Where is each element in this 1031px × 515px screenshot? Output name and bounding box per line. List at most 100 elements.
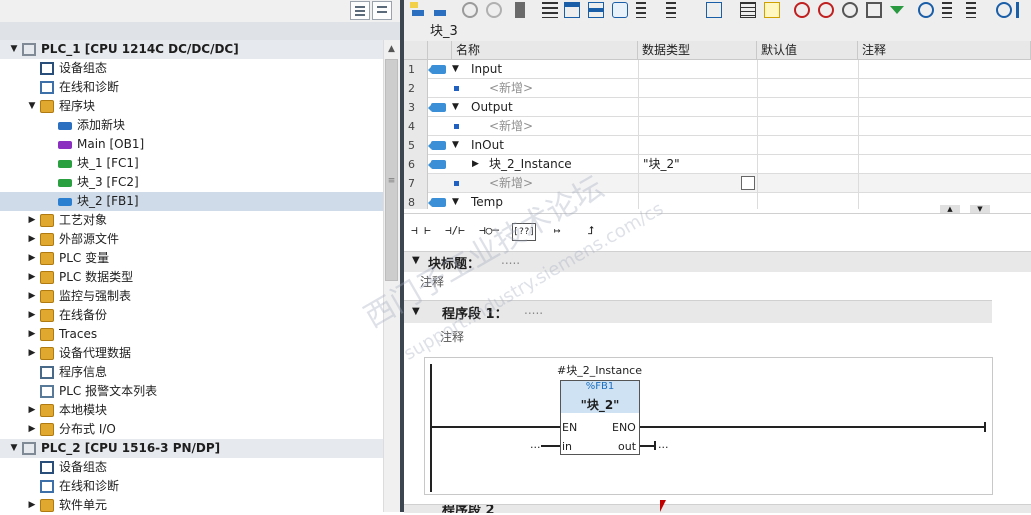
- block-header-placeholder[interactable]: .....: [501, 253, 520, 267]
- remove-breakpoint-icon[interactable]: [818, 2, 834, 18]
- interface-name[interactable]: Input: [471, 60, 502, 79]
- expand-arrow-icon[interactable]: ▶: [26, 268, 38, 287]
- download-icon[interactable]: [890, 6, 904, 14]
- collapse-arrow-icon[interactable]: ▼: [8, 439, 20, 458]
- column-header-type[interactable]: 数据类型: [638, 41, 757, 60]
- tree-item[interactable]: ▶ PLC 数据类型: [0, 268, 383, 287]
- detail-view-button[interactable]: [372, 1, 392, 20]
- interface-row[interactable]: 3 ▼ Output: [404, 98, 1031, 117]
- tree-item[interactable]: PLC 报警文本列表: [0, 382, 383, 401]
- expand-arrow-icon[interactable]: ▶: [26, 344, 38, 363]
- expand-arrow-icon[interactable]: ▶: [26, 325, 38, 344]
- collapse-arrow-icon[interactable]: ▼: [452, 60, 459, 79]
- close-branch-button[interactable]: ⮥: [578, 221, 604, 241]
- in-operand[interactable]: ...: [530, 438, 541, 451]
- tree-item[interactable]: ▶ 设备代理数据: [0, 344, 383, 363]
- tree-item[interactable]: ▼ 程序块: [0, 97, 383, 116]
- interface-name[interactable]: <新增>: [489, 117, 533, 136]
- collapse-arrow-icon[interactable]: ▼: [26, 97, 38, 116]
- expand-arrow-icon[interactable]: ▶: [26, 211, 38, 230]
- window-icon[interactable]: [564, 2, 580, 18]
- tree-item[interactable]: ▶ 本地模块: [0, 401, 383, 420]
- out-operand[interactable]: ...: [658, 438, 669, 451]
- step-list-icon[interactable]: [942, 2, 952, 18]
- tree-item[interactable]: ▶ 软件单元: [0, 496, 383, 515]
- no-contact-button[interactable]: ⊣ ⊢: [408, 221, 434, 241]
- tree-item[interactable]: ▶ 在线备份: [0, 306, 383, 325]
- breakpoint-icon[interactable]: [794, 2, 810, 18]
- tree-item[interactable]: 设备组态: [0, 458, 383, 477]
- interface-row[interactable]: 5 ▼ InOut: [404, 136, 1031, 155]
- interface-row[interactable]: 1 ▼ Input: [404, 60, 1031, 79]
- scroll-up-icon[interactable]: ▲: [386, 44, 397, 55]
- settings-gray-icon[interactable]: [486, 2, 502, 18]
- interface-row[interactable]: 7 <新增>: [404, 174, 1031, 193]
- collapse-arrow-icon[interactable]: ▼: [8, 40, 20, 59]
- block-header[interactable]: ▼ 块标题： .....: [404, 251, 1031, 272]
- list-view-button[interactable]: [350, 1, 370, 20]
- sort-down-alt-icon[interactable]: [666, 2, 676, 18]
- interface-row[interactable]: 6 ▶ 块_2_Instance "块_2": [404, 155, 1031, 174]
- tree-item[interactable]: ▶ Traces: [0, 325, 383, 344]
- tree-item[interactable]: ▼ PLC_1 [CPU 1214C DC/DC/DC]: [0, 40, 383, 59]
- nc-contact-button[interactable]: ⊣/⊢: [442, 221, 468, 241]
- favorites-icon[interactable]: [764, 2, 780, 18]
- tree-item[interactable]: 块_2 [FB1]: [0, 192, 383, 211]
- sort-down-icon[interactable]: [636, 2, 646, 18]
- tree-item[interactable]: ▶ 分布式 I/O: [0, 420, 383, 439]
- coil-button[interactable]: ⊣○─: [476, 221, 502, 241]
- tree-item[interactable]: Main [OB1]: [0, 135, 383, 154]
- collapse-arrow-icon[interactable]: ▼: [452, 193, 459, 209]
- block-comment[interactable]: 注释: [420, 273, 444, 290]
- expand-arrow-icon[interactable]: ▶: [26, 420, 38, 439]
- list-icon[interactable]: [740, 2, 756, 18]
- column-header-name[interactable]: 名称: [452, 41, 638, 60]
- empty-box-button[interactable]: [??]: [512, 223, 536, 241]
- monitor-icon[interactable]: [842, 2, 858, 18]
- collapse-arrow-icon[interactable]: ▼: [452, 136, 459, 155]
- step-icon[interactable]: [918, 2, 934, 18]
- network-comment[interactable]: 注释: [440, 328, 464, 345]
- table-scroll-down-icon[interactable]: ▼: [970, 205, 990, 213]
- collapse-arrow-icon[interactable]: ▼: [412, 255, 420, 266]
- tree-item[interactable]: ▶ PLC 变量: [0, 249, 383, 268]
- collapse-arrow-icon[interactable]: ▼: [412, 306, 420, 317]
- open-branch-button[interactable]: ↦: [544, 221, 570, 241]
- tree-item[interactable]: ▼ PLC_2 [CPU 1516-3 PN/DP]: [0, 439, 383, 458]
- expand-arrow-icon[interactable]: ▶: [472, 155, 479, 174]
- expand-arrow-icon[interactable]: ▶: [26, 287, 38, 306]
- insert-network-icon[interactable]: [410, 2, 426, 18]
- lines-icon[interactable]: [542, 2, 558, 18]
- table-icon[interactable]: [706, 2, 722, 18]
- interface-row[interactable]: 8 ▼ Temp: [404, 193, 1031, 209]
- compare-icon[interactable]: [866, 2, 882, 18]
- network-title-placeholder[interactable]: .....: [524, 303, 543, 317]
- expand-arrow-icon[interactable]: ▶: [26, 230, 38, 249]
- column-header-comment[interactable]: 注释: [858, 41, 1031, 60]
- go-forward-icon[interactable]: [1016, 2, 1019, 18]
- tree-item[interactable]: 在线和诊断: [0, 477, 383, 496]
- interface-name[interactable]: <新增>: [489, 174, 533, 193]
- network-settings-icon[interactable]: [462, 2, 478, 18]
- scrollbar-thumb[interactable]: [385, 59, 398, 281]
- type-picker-icon[interactable]: [741, 176, 755, 190]
- tree-item[interactable]: ▶ 工艺对象: [0, 211, 383, 230]
- tree-item[interactable]: 程序信息: [0, 363, 383, 382]
- comment-icon[interactable]: [612, 2, 628, 18]
- interface-type[interactable]: "块_2": [643, 155, 680, 174]
- expand-arrow-icon[interactable]: ▶: [26, 306, 38, 325]
- interface-row[interactable]: 2 <新增>: [404, 79, 1031, 98]
- network-header[interactable]: ▼ 程序段 1： .....: [404, 300, 992, 323]
- interface-row[interactable]: 4 <新增>: [404, 117, 1031, 136]
- expand-arrow-icon[interactable]: ▶: [26, 249, 38, 268]
- tree-item[interactable]: 块_3 [FC2]: [0, 173, 383, 192]
- expand-arrow-icon[interactable]: ▶: [26, 496, 38, 515]
- table-scroll-up-icon[interactable]: ▲: [940, 205, 960, 213]
- interface-name[interactable]: <新增>: [489, 79, 533, 98]
- interface-name[interactable]: InOut: [471, 136, 504, 155]
- collapse-arrow-icon[interactable]: ▼: [452, 98, 459, 117]
- tree-item[interactable]: 块_1 [FC1]: [0, 154, 383, 173]
- step-list-alt-icon[interactable]: [966, 2, 976, 18]
- interface-name[interactable]: 块_2_Instance: [489, 155, 572, 174]
- tree-item[interactable]: 设备组态: [0, 59, 383, 78]
